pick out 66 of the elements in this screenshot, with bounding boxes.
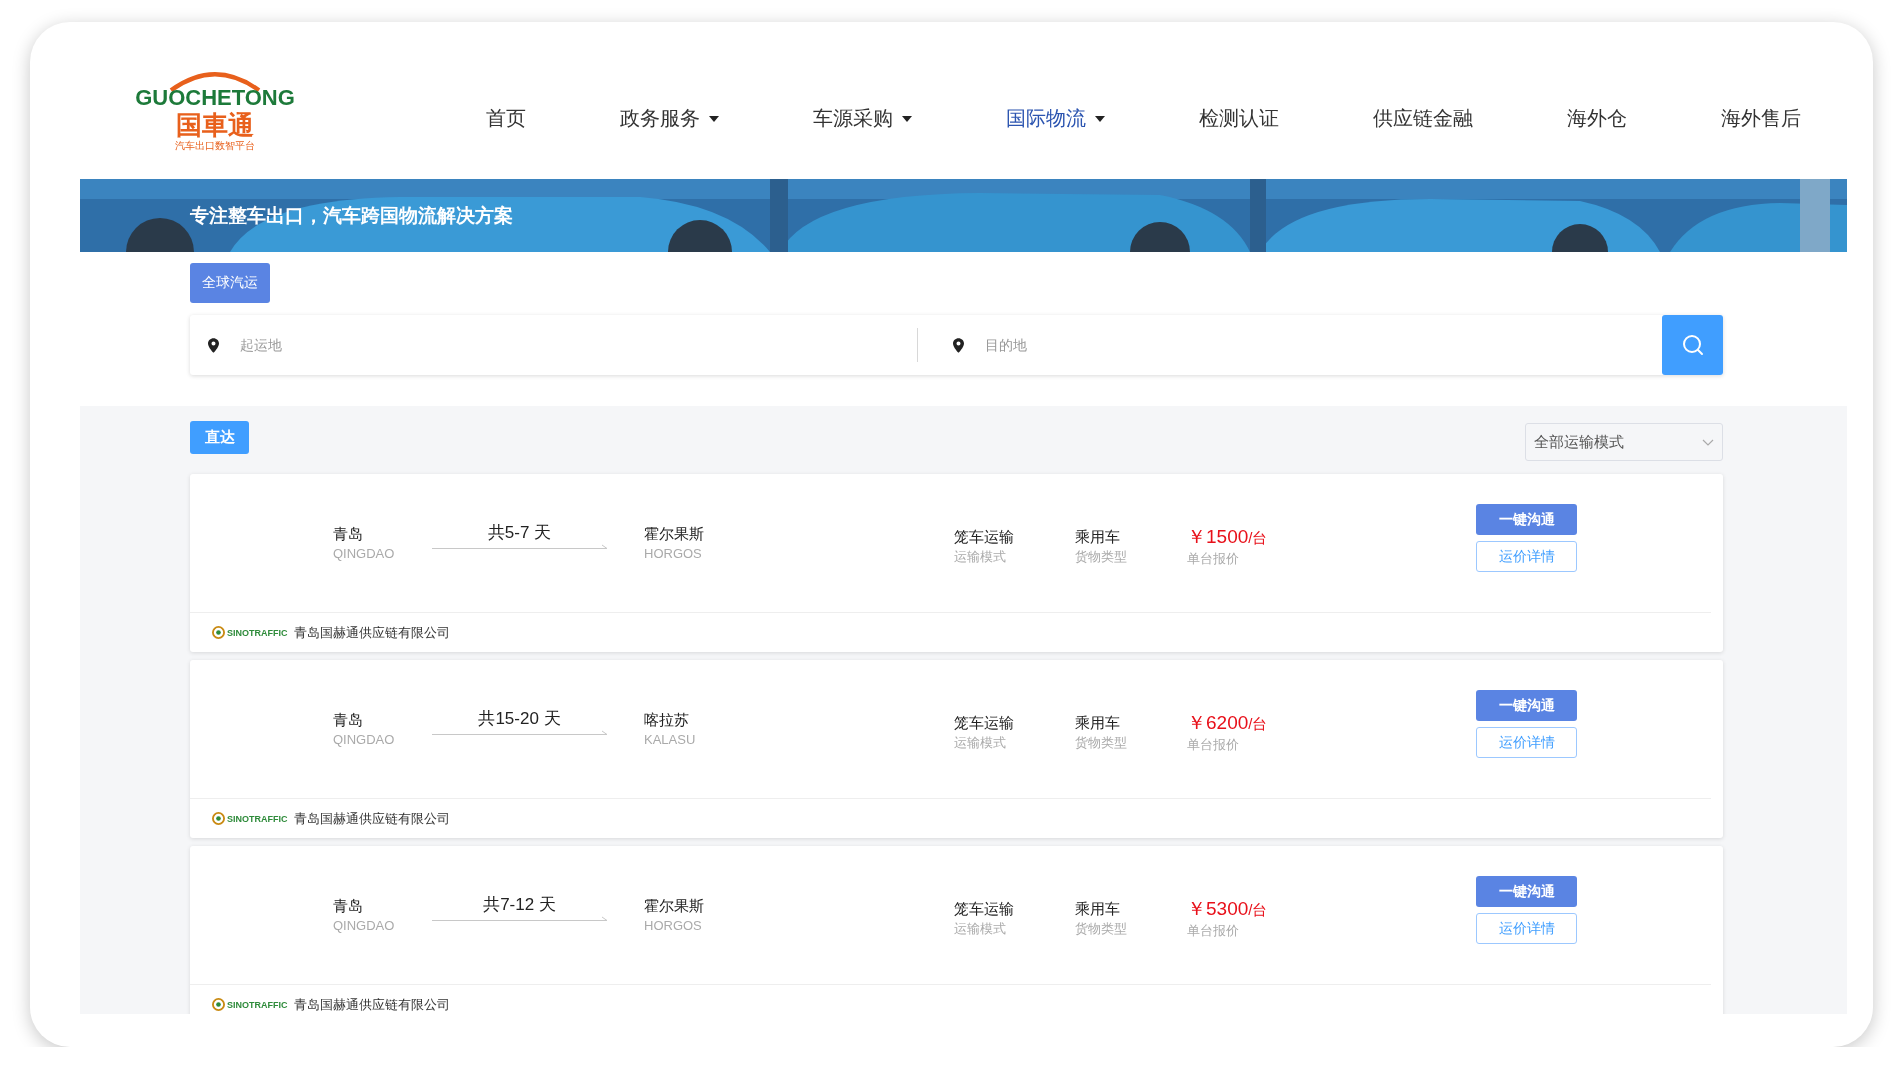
destination-city-pinyin: HORGOS bbox=[644, 545, 703, 563]
contact-button[interactable]: 一键沟通 bbox=[1476, 690, 1577, 721]
contact-button[interactable]: 一键沟通 bbox=[1476, 504, 1577, 535]
origin-field[interactable]: 起运地 bbox=[238, 336, 897, 354]
origin-city-pinyin: QINGDAO bbox=[333, 731, 396, 749]
nav-item[interactable]: 海外仓 bbox=[1567, 105, 1627, 132]
company-logo-text: SINOTRAFFIC bbox=[227, 627, 288, 638]
company-logo-icon bbox=[212, 626, 225, 639]
cargo-type-label: 货物类型 bbox=[1075, 548, 1128, 566]
transport-mode-label: 运输模式 bbox=[954, 734, 1007, 752]
company-name: 青岛国赫通供应链有限公司 bbox=[293, 623, 450, 642]
contact-button[interactable]: 一键沟通 bbox=[1476, 876, 1577, 907]
origin-city-pinyin: QINGDAO bbox=[333, 917, 396, 935]
origin-city: 青岛 bbox=[333, 896, 364, 916]
transport-mode: 笼车运输 bbox=[954, 899, 1015, 919]
transit-duration: 共7-12 天 bbox=[483, 894, 556, 916]
cargo-type: 乘用车 bbox=[1075, 899, 1121, 919]
logo-wordmark: GUOCHETONG bbox=[135, 85, 295, 110]
logo-tagline: 汽车出口数智平台 bbox=[175, 139, 255, 152]
origin-city: 青岛 bbox=[333, 710, 364, 730]
transport-mode-label: 运输模式 bbox=[954, 548, 1007, 566]
origin-city: 青岛 bbox=[333, 524, 364, 544]
company-name: 青岛国赫通供应链有限公司 bbox=[293, 995, 450, 1014]
company-logo-icon bbox=[212, 998, 225, 1011]
nav-item[interactable]: 检测认证 bbox=[1199, 105, 1279, 132]
nav-item[interactable]: 政务服务 bbox=[620, 105, 719, 132]
unit-price-label: 单台报价 bbox=[1187, 549, 1240, 568]
company-name: 青岛国赫通供应链有限公司 bbox=[293, 809, 450, 828]
destination-city: 霍尔果斯 bbox=[644, 896, 705, 916]
transport-mode: 笼车运输 bbox=[954, 713, 1015, 733]
nav-item[interactable]: 供应链金融 bbox=[1373, 105, 1473, 132]
unit-price-label: 单台报价 bbox=[1187, 735, 1240, 754]
transit-duration: 共15-20 天 bbox=[478, 708, 561, 730]
transit-duration: 共5-7 天 bbox=[487, 522, 552, 544]
destination-city: 霍尔果斯 bbox=[644, 524, 705, 544]
search-button[interactable] bbox=[1662, 315, 1723, 375]
banner-headline: 专注整车出口，汽车跨国物流解决方案 bbox=[190, 203, 513, 228]
search-tab[interactable]: 全球汽运 bbox=[190, 263, 270, 303]
nav-item[interactable]: 首页 bbox=[486, 105, 526, 132]
location-pin-icon bbox=[208, 337, 219, 353]
cargo-type: 乘用车 bbox=[1075, 713, 1121, 733]
location-pin-icon bbox=[953, 337, 964, 353]
unit-price: ￥1500/台 bbox=[1187, 524, 1269, 549]
cargo-type: 乘用车 bbox=[1075, 527, 1121, 547]
search-icon bbox=[1680, 333, 1705, 357]
company-logo-text: SINOTRAFFIC bbox=[227, 813, 288, 824]
transport-mode-label: 运输模式 bbox=[954, 920, 1007, 938]
chevron-down-icon bbox=[1702, 438, 1714, 446]
nav-item[interactable]: 车源采购 bbox=[813, 105, 912, 132]
unit-price: ￥5300/台 bbox=[1187, 896, 1269, 921]
transport-mode-select[interactable]: 全部运输模式 bbox=[1525, 423, 1723, 461]
nav-item[interactable]: 海外售后 bbox=[1721, 105, 1801, 132]
company-logo-icon bbox=[212, 812, 225, 825]
nav-item[interactable]: 国际物流 bbox=[1006, 105, 1105, 132]
destination-city-pinyin: KALASU bbox=[644, 731, 697, 749]
origin-city-pinyin: QINGDAO bbox=[333, 545, 396, 563]
company-logo-text: SINOTRAFFIC bbox=[227, 999, 288, 1010]
transport-mode: 笼车运输 bbox=[954, 527, 1015, 547]
unit-price-label: 单台报价 bbox=[1187, 921, 1240, 940]
destination-city: 喀拉苏 bbox=[644, 710, 690, 730]
logo-chinese: 国車通 bbox=[176, 109, 254, 140]
cargo-type-label: 货物类型 bbox=[1075, 920, 1128, 938]
destination-city-pinyin: HORGOS bbox=[644, 917, 703, 935]
unit-price: ￥6200/台 bbox=[1187, 710, 1269, 735]
cargo-type-label: 货物类型 bbox=[1075, 734, 1128, 752]
destination-field[interactable]: 目的地 bbox=[983, 336, 1642, 354]
